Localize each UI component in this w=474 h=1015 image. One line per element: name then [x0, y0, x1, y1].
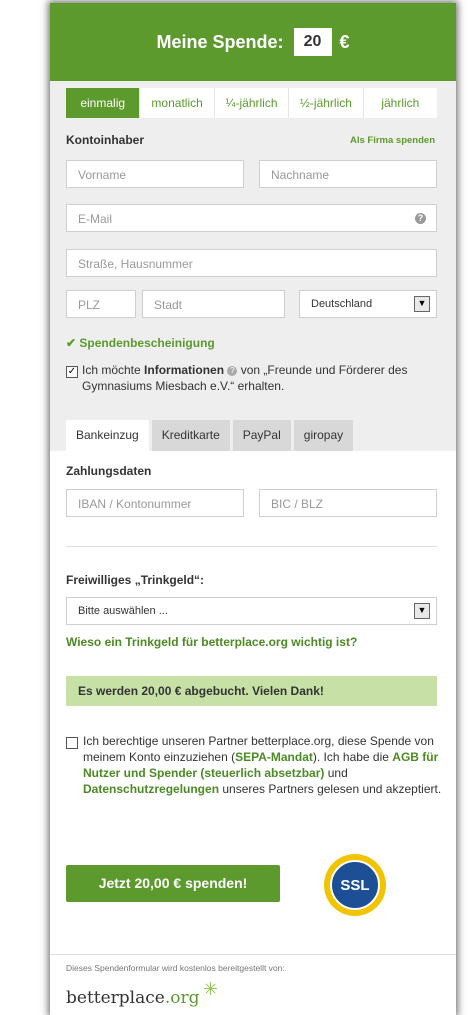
- ssl-badge-icon: SSL: [324, 854, 386, 916]
- consent-checkbox[interactable]: [66, 737, 78, 749]
- tab-paypal[interactable]: PayPal: [232, 420, 291, 451]
- brand-main: betterplace: [66, 988, 165, 1008]
- freq-yearly[interactable]: jährlich: [364, 88, 437, 118]
- bic-field[interactable]: BIC / BLZ: [259, 489, 437, 517]
- payment-data-label: Zahlungsdaten: [66, 464, 152, 478]
- receipt-label: ✔ Spendenbescheinigung: [66, 336, 215, 350]
- currency-label: €: [339, 31, 350, 52]
- consent-p4: unseres Partners gelesen und akzeptiert.: [219, 782, 442, 796]
- payment-tabs: Bankeinzug Kreditkarte PayPal giropay: [66, 420, 356, 451]
- section-divider: [66, 546, 437, 547]
- info-opt-in-text: Ich möchte Informationen ? von „Freunde …: [82, 362, 437, 394]
- street-field[interactable]: Straße, Hausnummer: [66, 249, 437, 277]
- donation-widget: Meine Spende: 20 € einmalig monatlich ¼-…: [50, 3, 456, 1015]
- donate-button[interactable]: Jetzt 20,00 € spenden!: [66, 865, 280, 902]
- consent-p3: und: [324, 766, 348, 780]
- ssl-badge-label: SSL: [330, 860, 380, 910]
- freq-monthly[interactable]: monatlich: [140, 88, 215, 118]
- footer-note: Dieses Spendenformular wird kostenlos be…: [66, 963, 285, 973]
- frequency-tabs: einmalig monatlich ¼-jährlich ½-jährlich…: [66, 88, 437, 118]
- tip-label: Freiwilliges „Trinkgeld“:: [66, 573, 205, 587]
- consent-text: Ich berechtige unseren Partner betterpla…: [83, 733, 443, 797]
- freq-quarterly[interactable]: ¼-jährlich: [215, 88, 290, 118]
- amount-input[interactable]: 20: [293, 28, 332, 56]
- email-placeholder: E-Mail: [78, 212, 113, 226]
- footer-divider: [50, 954, 456, 955]
- country-select[interactable]: Deutschland ▼: [299, 290, 437, 318]
- zip-field[interactable]: PLZ: [66, 290, 136, 318]
- info-opt-in-checkbox[interactable]: ✓: [66, 366, 78, 378]
- company-donate-link[interactable]: Als Firma spenden: [350, 135, 435, 146]
- header-title: Meine Spende:: [156, 31, 284, 52]
- sepa-link[interactable]: SEPA-Mandat: [235, 750, 313, 764]
- tab-bank-debit[interactable]: Bankeinzug: [66, 420, 149, 451]
- last-name-field[interactable]: Nachname: [259, 160, 437, 188]
- freq-halfyearly[interactable]: ½-jährlich: [289, 88, 364, 118]
- tab-credit-card[interactable]: Kreditkarte: [151, 420, 230, 451]
- opt-in-prefix: Ich möchte: [82, 363, 145, 377]
- help-icon[interactable]: ?: [415, 213, 426, 224]
- city-field[interactable]: Stadt: [142, 290, 285, 318]
- brand-tld: .org: [164, 988, 200, 1008]
- chevron-down-icon: ▼: [414, 296, 430, 312]
- betterplace-logo[interactable]: betterplace.org: [66, 988, 200, 1008]
- country-value: Deutschland: [311, 298, 373, 310]
- receipt-text: Spendenbescheinigung: [79, 336, 215, 350]
- account-holder-label: Kontoinhaber: [66, 133, 144, 147]
- donation-header: Meine Spende: 20 €: [50, 3, 456, 81]
- privacy-link[interactable]: Datenschutzregelungen: [83, 782, 219, 796]
- star-icon: ✳: [203, 979, 219, 999]
- freq-once[interactable]: einmalig: [66, 88, 141, 118]
- tip-select[interactable]: Bitte auswählen ... ▼: [66, 597, 437, 625]
- email-field[interactable]: E-Mail ?: [66, 204, 437, 232]
- iban-field[interactable]: IBAN / Kontonummer: [66, 489, 244, 517]
- tab-giropay[interactable]: giropay: [293, 420, 354, 451]
- info-icon[interactable]: ?: [227, 365, 238, 376]
- chevron-down-icon: ▼: [414, 603, 430, 619]
- first-name-field[interactable]: Vorname: [66, 160, 244, 188]
- tip-info-link[interactable]: Wieso ein Trinkgeld für betterplace.org …: [66, 635, 357, 649]
- consent-p2: ). Ich habe die: [312, 750, 393, 764]
- tip-select-value: Bitte auswählen ...: [78, 605, 168, 617]
- charge-notice: Es werden 20,00 € abgebucht. Vielen Dank…: [66, 676, 437, 706]
- opt-in-bold: Informationen: [144, 363, 225, 377]
- checkmark-icon: ✔: [66, 336, 77, 350]
